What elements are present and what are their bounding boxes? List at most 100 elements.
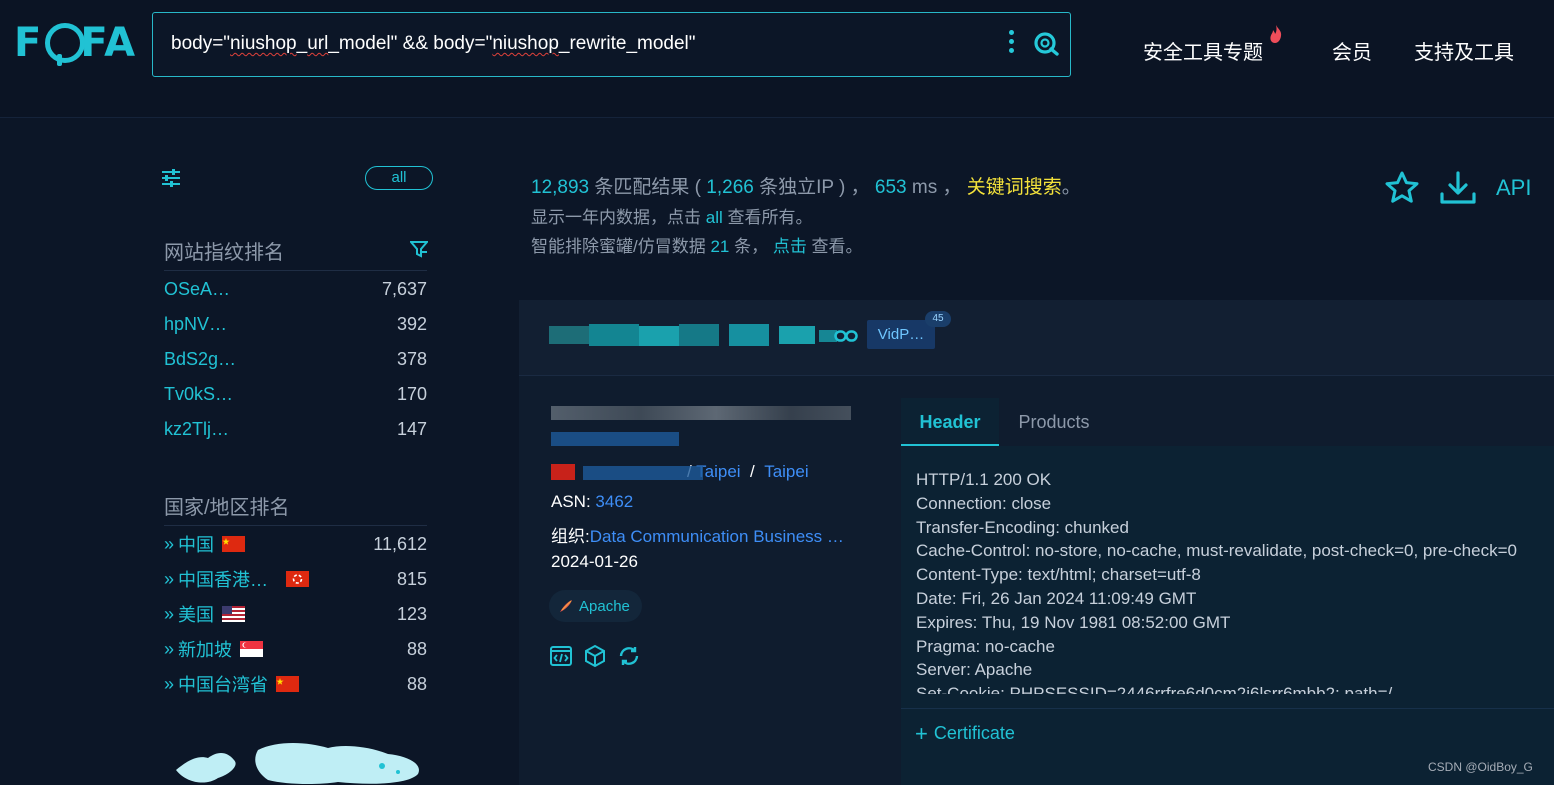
header-line: Date: Fri, 26 Jan 2024 11:09:49 GMT: [916, 588, 1197, 608]
fingerprint-item[interactable]: BdS2g… 378: [164, 347, 427, 371]
product-tag-count-badge: 45: [925, 311, 951, 327]
fofa-logo[interactable]: F FA: [14, 18, 136, 68]
hong-kong-flag-icon: [286, 571, 310, 587]
result-actions: API: [1384, 168, 1531, 208]
double-chevron-icon: »: [164, 673, 174, 694]
show-all-link[interactable]: all: [706, 208, 723, 227]
code-window-icon[interactable]: [549, 644, 573, 668]
fingerprint-item[interactable]: kz2Tlj… 147: [164, 417, 427, 441]
org-line: 组织:Data Communication Business …: [551, 527, 844, 546]
fingerprint-name[interactable]: Tv0kS…: [164, 384, 233, 405]
settings-sliders-icon[interactable]: [160, 167, 182, 189]
country-ranking-title: 国家/地区排名: [164, 497, 290, 519]
result-card-header: VidP… 45: [519, 300, 1554, 376]
country-item[interactable]: » 中国台湾省 88: [164, 672, 427, 696]
country-count: 11,612: [373, 533, 427, 554]
city-link[interactable]: Taipei: [764, 462, 808, 481]
fingerprint-item[interactable]: hpNV… 392: [164, 312, 427, 336]
redacted-host[interactable]: [549, 324, 839, 348]
filter-funnel-icon[interactable]: [410, 240, 428, 258]
org-link[interactable]: Data Communication Business …: [590, 527, 844, 546]
api-button[interactable]: API: [1496, 175, 1531, 201]
header-line: Set-Cookie: PHPSESSID=2446rrfre6d0cm2i6l…: [916, 684, 1393, 694]
redacted-country-flag: [551, 464, 575, 480]
update-date: 2024-01-26: [551, 552, 638, 571]
nav-membership[interactable]: 会员: [1332, 36, 1372, 65]
header-line: Expires: Thu, 19 Nov 1981 08:52:00 GMT: [916, 612, 1231, 632]
asn-link[interactable]: 3462: [595, 492, 633, 511]
tab-products[interactable]: Products: [1005, 398, 1103, 446]
fingerprint-item[interactable]: OSeA… 7,637: [164, 277, 427, 301]
header-line: Server: Apache: [916, 660, 1033, 680]
link-icon[interactable]: [834, 329, 858, 343]
tab-header[interactable]: Header: [901, 398, 999, 446]
watermark: CSDN @OidBoy_G: [1428, 760, 1533, 774]
fingerprint-name[interactable]: hpNV…: [164, 314, 227, 335]
location-line: / Taipei / Taipei: [551, 462, 809, 482]
view-excluded-link[interactable]: 点击: [773, 237, 807, 256]
singapore-flag-icon: [240, 641, 264, 657]
double-chevron-icon: »: [164, 603, 174, 624]
double-chevron-icon: »: [164, 638, 174, 659]
nav-security-tools[interactable]: 安全工具专题: [1143, 36, 1263, 65]
keyword-search-link[interactable]: 关键词搜索: [967, 177, 1062, 198]
redacted-ip[interactable]: [551, 406, 851, 420]
china-flag-icon: [276, 676, 300, 692]
one-year-note: 显示一年内数据，点击 all 查看所有。: [531, 208, 813, 227]
search-input[interactable]: body="niushop_url_model" && body="niusho…: [171, 33, 696, 55]
redacted-location: [583, 466, 703, 480]
country-count: 88: [406, 638, 427, 659]
country-name[interactable]: 中国香港…: [178, 566, 268, 592]
fingerprint-name[interactable]: kz2Tlj…: [164, 419, 229, 440]
country-item[interactable]: » 中国香港… 815: [164, 567, 427, 591]
server-tag[interactable]: Apache: [549, 590, 642, 622]
header-line: Connection: close: [916, 493, 1052, 513]
plus-icon: +: [915, 721, 928, 746]
double-chevron-icon: »: [164, 533, 174, 554]
country-item[interactable]: » 中国 11,612: [164, 532, 427, 556]
hot-fire-icon: [1270, 25, 1282, 43]
logo-magnifier-icon: [44, 18, 86, 68]
country-item[interactable]: » 美国 123: [164, 602, 427, 626]
country-item[interactable]: » 新加坡 88: [164, 637, 427, 661]
more-options-icon[interactable]: [1008, 30, 1016, 58]
fingerprint-count: 378: [396, 348, 427, 369]
fingerprint-name[interactable]: OSeA…: [164, 279, 230, 300]
top-bar: F FA body="niushop_url_model" && body="ni…: [0, 0, 1554, 118]
country-name[interactable]: 中国台湾省: [178, 671, 268, 697]
double-chevron-icon: »: [164, 568, 174, 589]
country-name[interactable]: 新加坡: [178, 636, 232, 662]
header-line: Pragma: no-cache: [916, 636, 1055, 656]
header-line: Transfer-Encoding: chunked: [916, 517, 1129, 537]
china-flag-icon: [222, 536, 246, 552]
star-icon[interactable]: [1384, 170, 1420, 206]
certificate-expander[interactable]: + Certificate: [901, 708, 1554, 756]
search-box[interactable]: body="niushop_url_model" && body="niusho…: [152, 12, 1071, 77]
cube-icon[interactable]: [583, 644, 607, 668]
refresh-icon[interactable]: [617, 644, 641, 668]
download-icon[interactable]: [1438, 170, 1478, 206]
country-name[interactable]: 美国: [178, 601, 214, 627]
fingerprint-name[interactable]: BdS2g…: [164, 349, 236, 370]
all-toggle-button[interactable]: all: [365, 166, 433, 190]
header-line: Content-Type: text/html; charset=utf-8: [916, 565, 1201, 585]
country-count: 815: [396, 568, 427, 589]
usa-flag-icon: [222, 606, 246, 622]
header-line: HTTP/1.1 200 OK: [916, 470, 1052, 489]
search-submit-icon[interactable]: [1031, 29, 1061, 59]
detail-tabs: Header Products: [901, 398, 1554, 446]
result-card: VidP… 45 / Taipei / Taipei ASN: 3462 组织:…: [519, 300, 1554, 785]
nav-support-tools[interactable]: 支持及工具: [1414, 36, 1514, 65]
redacted-domain[interactable]: [551, 432, 679, 446]
product-tag[interactable]: VidP…: [867, 320, 935, 349]
fingerprint-item[interactable]: Tv0kS… 170: [164, 382, 427, 406]
result-summary: 12,893 条匹配结果 ( 1,266 条独立IP ) ， 653 ms ， …: [531, 177, 1081, 198]
country-count: 88: [406, 673, 427, 694]
world-map-thumbnail[interactable]: [168, 730, 430, 785]
header-line: Cache-Control: no-store, no-cache, must-…: [916, 541, 1517, 561]
asn-line: ASN: 3462: [551, 492, 634, 511]
fingerprint-ranking-title: 网站指纹排名: [164, 242, 284, 264]
country-name[interactable]: 中国: [178, 531, 214, 557]
fingerprint-count: 7,637: [381, 278, 427, 299]
fingerprint-count: 170: [396, 383, 427, 404]
